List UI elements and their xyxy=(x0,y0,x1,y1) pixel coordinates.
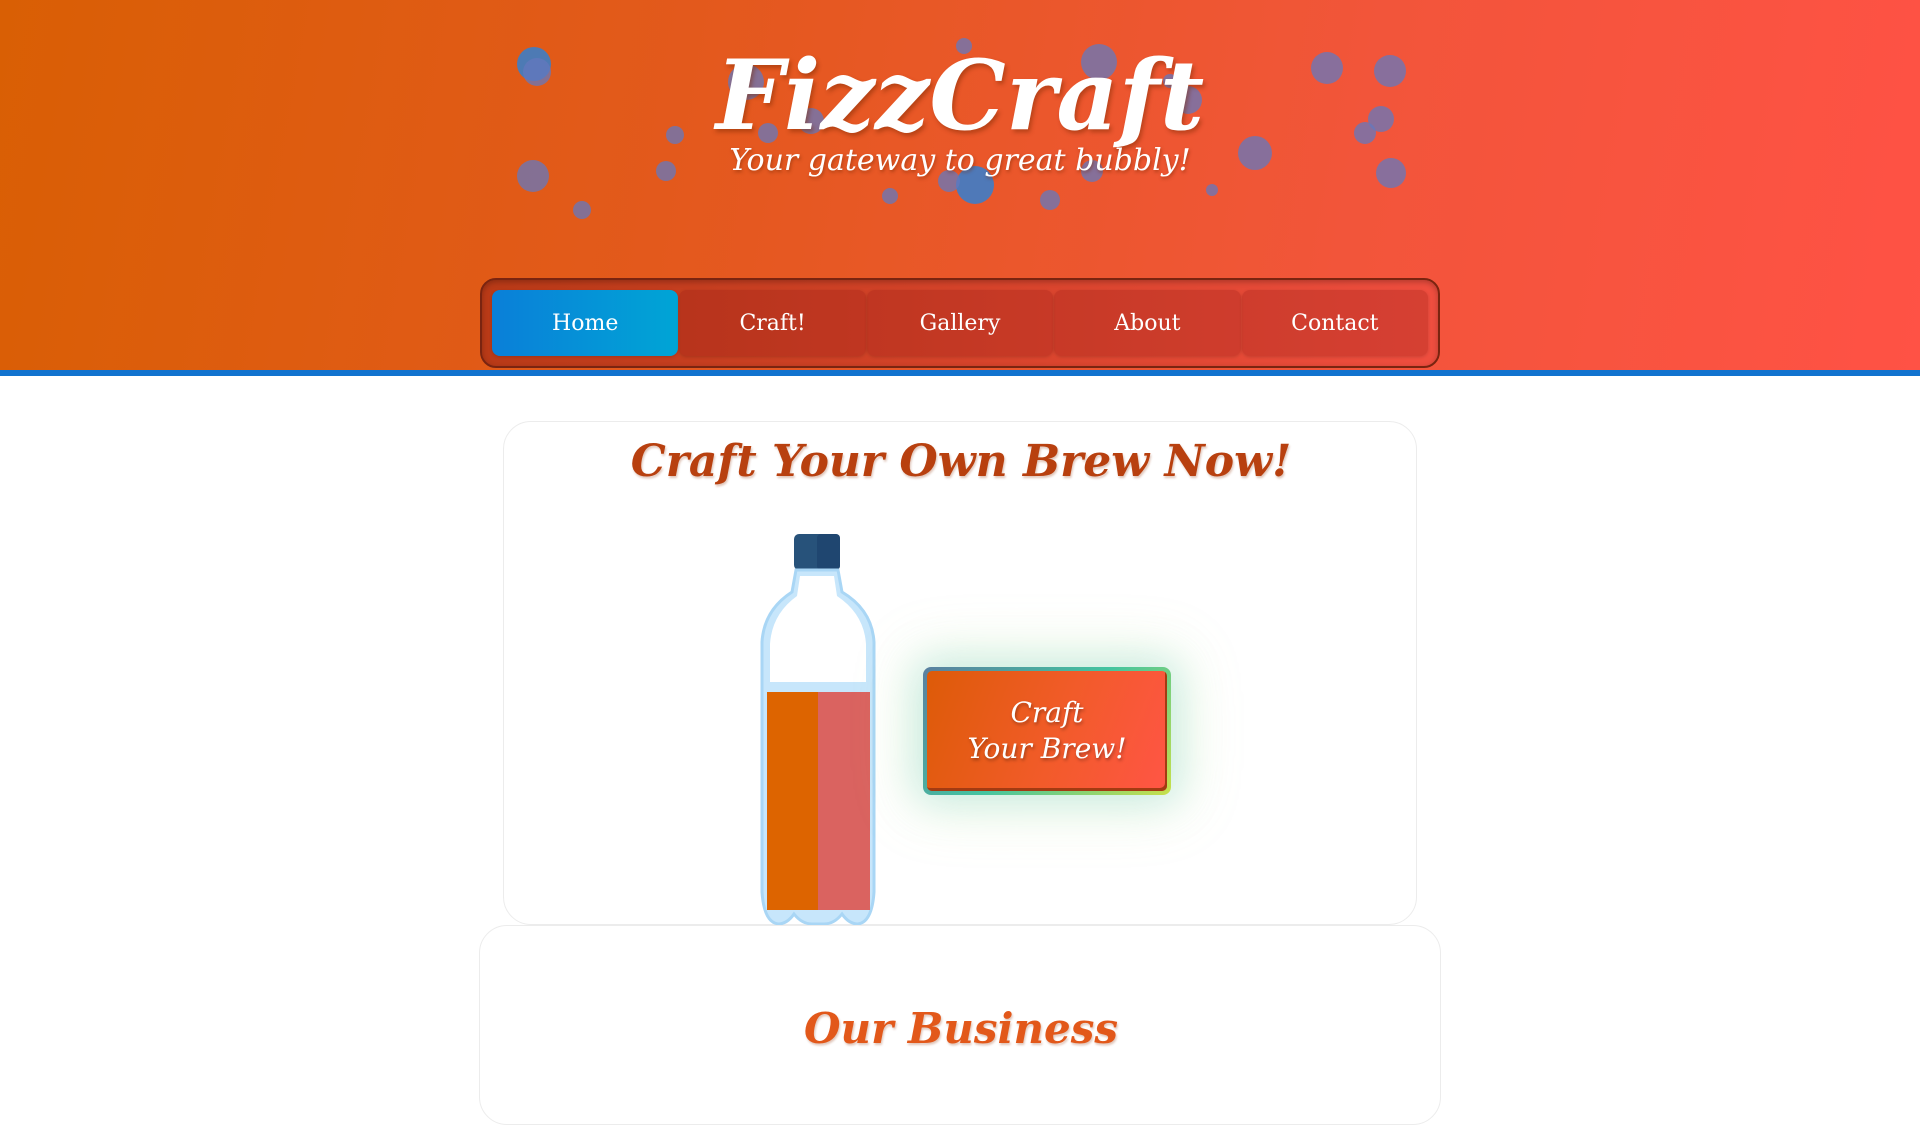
bottle-liquid-right xyxy=(818,692,870,910)
craft-your-brew-button[interactable]: Craft Your Brew! xyxy=(923,667,1171,795)
site-title: FizzCraft xyxy=(715,39,1205,152)
bottle-cap-shade xyxy=(817,534,840,570)
business-section: Our Business xyxy=(479,925,1441,1125)
bubble-icon xyxy=(573,201,591,219)
business-heading: Our Business xyxy=(803,1004,1119,1053)
site-header: FizzCraft Your gateway to great bubbly! … xyxy=(0,0,1920,376)
craft-heading: Craft Your Own Brew Now! xyxy=(630,436,1292,487)
bottle-glass xyxy=(770,576,866,682)
nav-item-craft[interactable]: Craft! xyxy=(679,290,866,356)
craft-button-line1: Craft xyxy=(1010,695,1084,729)
craft-button-face: Craft Your Brew! xyxy=(927,671,1167,791)
site-tagline: Your gateway to great bubbly! xyxy=(729,143,1191,178)
main-nav: Home Craft! Gallery About Contact xyxy=(480,278,1440,368)
bubble-icon xyxy=(1040,190,1060,210)
nav-item-gallery[interactable]: Gallery xyxy=(866,290,1054,356)
nav-item-contact[interactable]: Contact xyxy=(1241,290,1429,356)
bubble-icon xyxy=(1206,184,1218,196)
bubble-icon xyxy=(882,188,898,204)
craft-button-line2: Your Brew! xyxy=(967,732,1127,765)
nav-item-home[interactable]: Home xyxy=(492,290,679,356)
nav-item-about[interactable]: About xyxy=(1054,290,1241,356)
craft-section: Craft Your Own Brew Now! Craft Your Brew… xyxy=(503,421,1417,926)
soda-bottle-icon xyxy=(760,534,876,926)
bottle-liquid-left xyxy=(767,692,818,910)
